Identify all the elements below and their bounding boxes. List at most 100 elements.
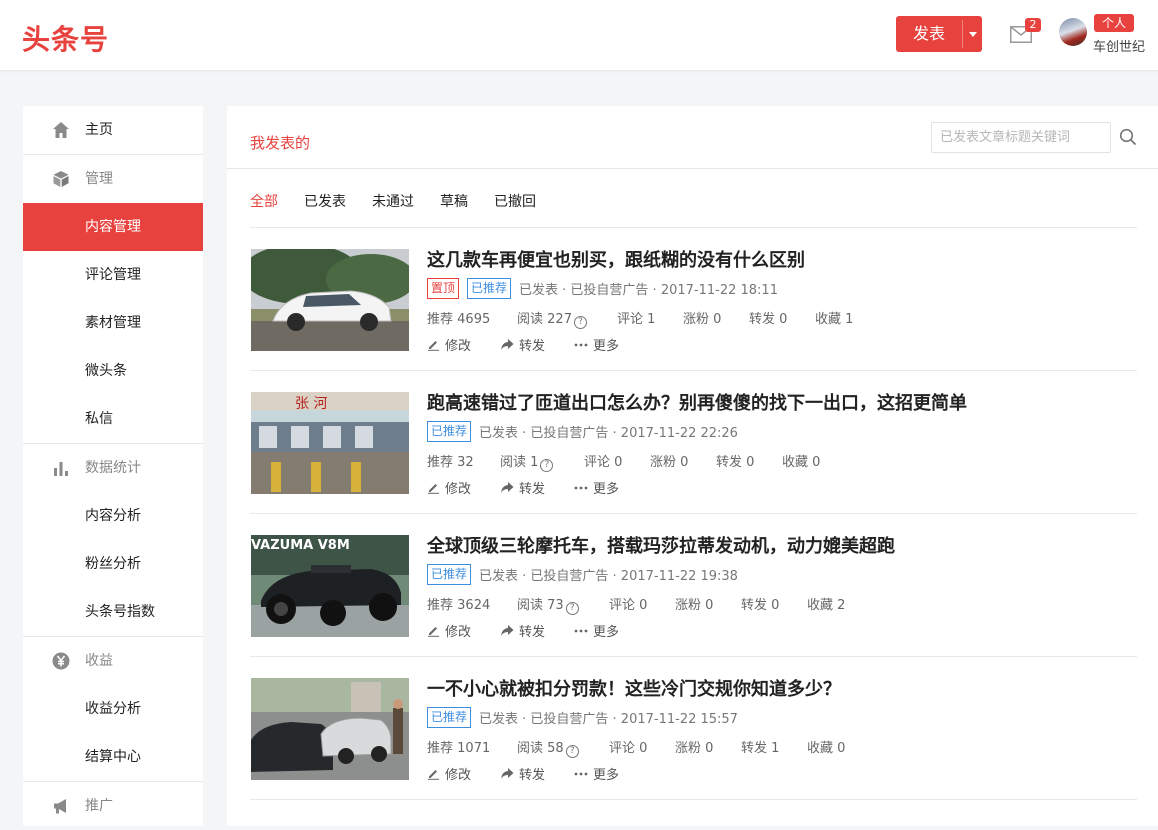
article-status: 已发表 · 已投自营广告 · 2017-11-22 18:11 <box>519 282 778 298</box>
forward-button[interactable]: 转发 <box>500 335 545 354</box>
mail-count-badge: 2 <box>1025 18 1041 32</box>
sidebar-item-label: 结算中心 <box>85 749 141 765</box>
help-icon[interactable]: ? <box>565 602 579 615</box>
sidebar-section-revenue[interactable]: 收益 <box>23 637 203 685</box>
sidebar-item-account-index[interactable]: 头条号指数 <box>23 588 203 636</box>
search-input[interactable] <box>931 122 1111 153</box>
article-title[interactable]: 这几款车再便宜也别买，跟纸糊的没有什么区别 <box>427 246 805 272</box>
filter-withdrawn[interactable]: 已撤回 <box>494 191 536 211</box>
article-thumbnail[interactable] <box>251 249 409 351</box>
article-title[interactable]: 全球顶级三轮摩托车，搭载玛莎拉蒂发动机，动力媲美超跑 <box>427 532 895 558</box>
help-icon[interactable]: ? <box>565 745 579 758</box>
list-item: 这几款车再便宜也别买，跟纸糊的没有什么区别 置顶 已推荐 已发表 · 已投自营广… <box>250 228 1137 371</box>
article-thumbnail[interactable] <box>251 678 409 780</box>
sidebar-item-label: 评论管理 <box>85 267 141 283</box>
stat-comment: 评论 1 <box>617 312 656 327</box>
sidebar-section-manage[interactable]: 管理 <box>23 155 203 203</box>
stat-fans: 涨粉 0 <box>683 312 722 327</box>
article-meta: 已推荐 已发表 · 已投自营广告 · 2017-11-22 15:57 <box>427 706 738 728</box>
article-meta: 已推荐 已发表 · 已投自营广告 · 2017-11-22 22:26 <box>427 420 738 442</box>
sidebar-item-micro-toutiao[interactable]: 微头条 <box>23 347 203 395</box>
sidebar-section-statistics[interactable]: 数据统计 <box>23 444 203 492</box>
share-arrow-icon <box>501 482 514 493</box>
sidebar-item-home[interactable]: 主页 <box>23 106 203 154</box>
stat-forward: 转发 1 <box>741 741 780 756</box>
stat-read: 阅读 58? <box>517 737 579 758</box>
recommended-badge: 已推荐 <box>427 706 472 728</box>
edit-button[interactable]: 修改 <box>427 764 471 783</box>
sidebar-item-private-message[interactable]: 私信 <box>23 395 203 443</box>
publish-button-label[interactable]: 发表 <box>896 16 962 52</box>
sidebar-item-content-manage[interactable]: 内容管理 <box>23 203 203 251</box>
edit-button[interactable]: 修改 <box>427 335 471 354</box>
cube-icon <box>53 171 69 187</box>
sidebar-item-label: 内容分析 <box>85 508 141 524</box>
sidebar-item-fans-analysis[interactable]: 粉丝分析 <box>23 540 203 588</box>
more-button[interactable]: 更多 <box>574 478 619 497</box>
more-dots-icon <box>574 772 588 776</box>
stat-collect: 收藏 1 <box>815 312 854 327</box>
article-meta: 已推荐 已发表 · 已投自营广告 · 2017-11-22 19:38 <box>427 563 738 585</box>
filter-rejected[interactable]: 未通过 <box>372 191 414 211</box>
bar-chart-icon <box>54 462 68 476</box>
filter-drafts[interactable]: 草稿 <box>440 191 468 211</box>
sidebar-item-revenue-analysis[interactable]: 收益分析 <box>23 685 203 733</box>
more-dots-icon <box>574 629 588 633</box>
stat-fans: 涨粉 0 <box>675 741 714 756</box>
sidebar-item-label: 素材管理 <box>85 315 141 331</box>
article-title[interactable]: 一不小心就被扣分罚款！这些冷门交规你知道多少？ <box>427 675 841 701</box>
publish-button[interactable]: 发表 <box>896 16 982 52</box>
more-button[interactable]: 更多 <box>574 335 619 354</box>
stat-recommend: 推荐 3624 <box>427 598 491 613</box>
edit-button[interactable]: 修改 <box>427 478 471 497</box>
more-button[interactable]: 更多 <box>574 764 619 783</box>
sidebar-item-material-manage[interactable]: 素材管理 <box>23 299 203 347</box>
sidebar-section-promotion[interactable]: 推广 <box>23 782 203 830</box>
username[interactable]: 车创世纪 <box>1093 36 1145 55</box>
sidebar-item-label: 收益分析 <box>85 701 141 717</box>
home-icon <box>53 122 69 138</box>
forward-button[interactable]: 转发 <box>500 764 545 783</box>
help-icon[interactable]: ? <box>573 316 587 329</box>
forward-button[interactable]: 转发 <box>500 621 545 640</box>
stat-forward: 转发 0 <box>716 455 755 470</box>
avatar[interactable] <box>1059 18 1087 46</box>
article-thumbnail[interactable]: VAZUMA V8M <box>251 535 409 637</box>
share-arrow-icon <box>501 768 514 779</box>
list-item: 张 河 跑高速错过了匝道出口怎么办？别再傻傻的找下一出口，这招更简单 已推荐 已… <box>250 371 1137 514</box>
article-status: 已发表 · 已投自营广告 · 2017-11-22 22:26 <box>479 425 738 441</box>
publish-dropdown-caret[interactable] <box>963 16 982 52</box>
stat-collect: 收藏 0 <box>782 455 821 470</box>
article-thumbnail[interactable]: 张 河 <box>251 392 409 494</box>
pencil-icon <box>428 341 439 351</box>
more-button[interactable]: 更多 <box>574 621 619 640</box>
sidebar-item-content-analysis[interactable]: 内容分析 <box>23 492 203 540</box>
recommended-badge: 已推荐 <box>427 563 472 585</box>
thumbnail-sign-text: 张 河 <box>295 396 327 412</box>
sidebar-item-settlement[interactable]: 结算中心 <box>23 733 203 781</box>
stat-forward: 转发 0 <box>741 598 780 613</box>
sidebar-item-label: 头条号指数 <box>85 604 155 620</box>
list-item: VAZUMA V8M 全球顶级三轮摩托车，搭载玛莎拉蒂发动机，动力媲美超跑 已推… <box>250 514 1137 657</box>
help-icon[interactable]: ? <box>540 459 554 472</box>
search-icon[interactable] <box>1119 128 1137 146</box>
filter-published[interactable]: 已发表 <box>304 191 346 211</box>
yen-icon <box>52 652 70 670</box>
filter-all[interactable]: 全部 <box>250 191 278 211</box>
edit-button[interactable]: 修改 <box>427 621 471 640</box>
sidebar-item-label: 主页 <box>85 122 113 138</box>
toutiaohao-logo[interactable]: 头条号 <box>22 18 109 58</box>
megaphone-icon <box>54 799 66 814</box>
recommended-badge: 已推荐 <box>427 420 472 442</box>
sidebar-item-comment-manage[interactable]: 评论管理 <box>23 251 203 299</box>
sidebar-item-label: 收益 <box>85 653 113 669</box>
chevron-down-icon <box>968 31 977 37</box>
sidebar-item-label: 推广 <box>85 798 113 814</box>
tab-my-published[interactable]: 我发表的 <box>250 132 310 153</box>
main-panel: 我发表的 全部 已发表 未通过 草稿 已撤回 这几款车再便宜也别买，跟纸糊的没有… <box>227 106 1158 826</box>
article-title[interactable]: 跑高速错过了匝道出口怎么办？别再傻傻的找下一出口，这招更简单 <box>427 389 967 415</box>
share-arrow-icon <box>501 339 514 350</box>
forward-button[interactable]: 转发 <box>500 478 545 497</box>
stat-read: 阅读 1? <box>500 451 554 472</box>
sidebar-item-label: 微头条 <box>85 363 127 379</box>
